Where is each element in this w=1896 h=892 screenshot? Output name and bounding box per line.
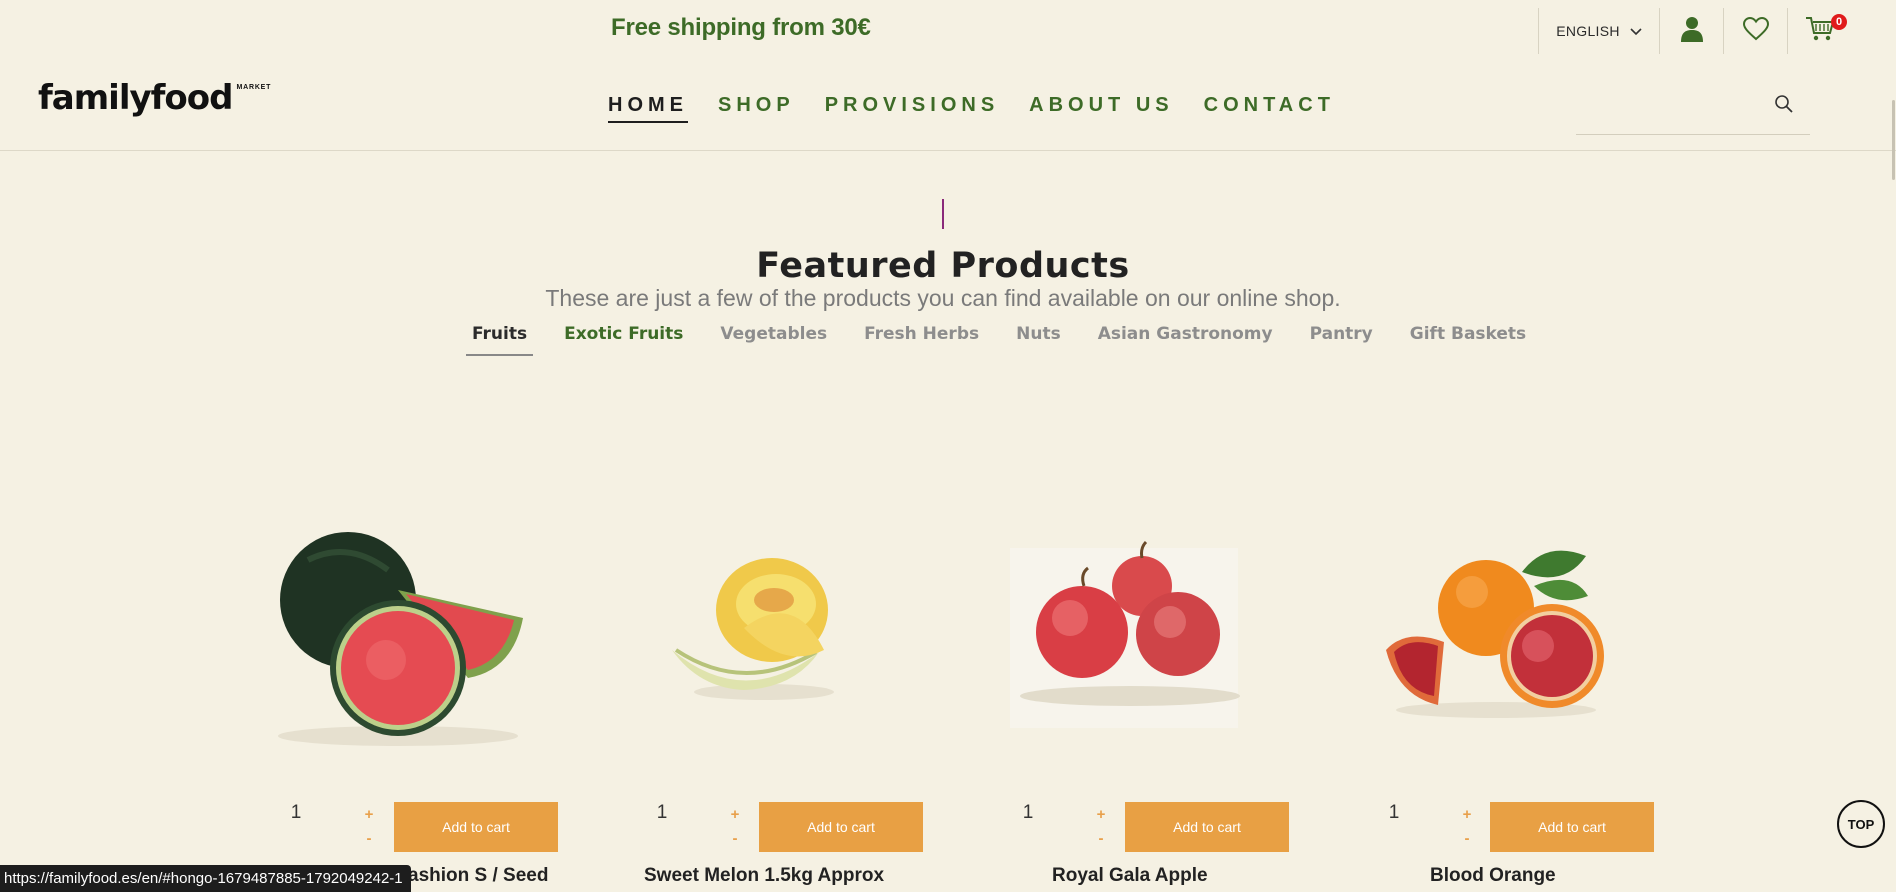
qty-minus-button[interactable]: - bbox=[1094, 830, 1108, 847]
product-image-melon[interactable] bbox=[594, 500, 934, 760]
tab-exotic-fruits[interactable]: Exotic Fruits bbox=[558, 324, 689, 356]
tab-pantry[interactable]: Pantry bbox=[1304, 324, 1379, 356]
nav-home[interactable]: HOME bbox=[608, 94, 688, 123]
tab-fresh-herbs[interactable]: Fresh Herbs bbox=[858, 324, 985, 356]
product-card: 1 + - Add to cart Sweet Melon 1.5kg Appr… bbox=[594, 500, 934, 892]
product-card: 1 + - Add to cart ashion S / Seed bbox=[228, 500, 568, 892]
header-tools: ENGLISH 0 bbox=[1538, 8, 1851, 54]
add-to-cart-button[interactable]: Add to cart bbox=[759, 802, 923, 852]
quantity-input[interactable]: 1 bbox=[642, 802, 682, 824]
top-bar: Free shipping from 30€ ENGLISH 0 bbox=[0, 0, 1896, 62]
logo[interactable]: familyfood MARKET bbox=[38, 78, 271, 118]
back-to-top-button[interactable]: TOP bbox=[1837, 800, 1885, 848]
quantity-input[interactable]: 1 bbox=[276, 802, 316, 824]
tab-nuts[interactable]: Nuts bbox=[1010, 324, 1067, 356]
text-cursor bbox=[942, 199, 944, 229]
cart-button[interactable]: 0 bbox=[1788, 8, 1851, 54]
heart-icon bbox=[1742, 16, 1769, 46]
nav-shop[interactable]: SHOP bbox=[718, 94, 795, 123]
nav-provisions[interactable]: PROVISIONS bbox=[825, 94, 999, 123]
tab-fruits[interactable]: Fruits bbox=[466, 324, 534, 356]
add-to-cart-button[interactable]: Add to cart bbox=[1125, 802, 1289, 852]
nav-contact[interactable]: CONTACT bbox=[1204, 94, 1335, 123]
qty-plus-button[interactable]: + bbox=[728, 806, 742, 823]
qty-plus-button[interactable]: + bbox=[1094, 806, 1108, 823]
search-input[interactable] bbox=[1576, 90, 1766, 130]
product-image-apples[interactable] bbox=[960, 500, 1300, 760]
account-button[interactable] bbox=[1660, 8, 1723, 54]
user-icon bbox=[1680, 16, 1704, 47]
product-image-blood-orange[interactable] bbox=[1326, 500, 1666, 760]
add-to-cart-button[interactable]: Add to cart bbox=[394, 802, 558, 852]
product-name[interactable]: ashion S / Seed bbox=[408, 865, 548, 887]
promo-text: Free shipping from 30€ bbox=[611, 14, 871, 41]
product-card: 1 + - Add to cart Royal Gala Apple bbox=[960, 500, 1300, 892]
language-label: ENGLISH bbox=[1556, 23, 1620, 39]
cart-icon bbox=[1805, 15, 1835, 48]
scrollbar[interactable] bbox=[1892, 100, 1895, 180]
status-bar-url: https://familyfood.es/en/#hongo-16794878… bbox=[0, 865, 411, 892]
logo-wordmark: familyfood bbox=[38, 78, 233, 118]
language-selector[interactable]: ENGLISH bbox=[1539, 8, 1659, 54]
wishlist-button[interactable] bbox=[1724, 8, 1787, 54]
qty-minus-button[interactable]: - bbox=[728, 830, 742, 847]
cart-count-badge: 0 bbox=[1831, 14, 1847, 30]
category-tabs: Fruits Exotic Fruits Vegetables Fresh He… bbox=[466, 324, 1557, 356]
featured-title: Featured Products bbox=[756, 246, 1130, 286]
tab-vegetables[interactable]: Vegetables bbox=[714, 324, 833, 356]
quantity-input[interactable]: 1 bbox=[1374, 802, 1414, 824]
quantity-input[interactable]: 1 bbox=[1008, 802, 1048, 824]
qty-plus-button[interactable]: + bbox=[1460, 806, 1474, 823]
chevron-down-icon bbox=[1630, 23, 1642, 39]
tab-gift-baskets[interactable]: Gift Baskets bbox=[1404, 324, 1532, 356]
qty-minus-button[interactable]: - bbox=[1460, 830, 1474, 847]
tab-asian-gastronomy[interactable]: Asian Gastronomy bbox=[1092, 324, 1279, 356]
qty-plus-button[interactable]: + bbox=[362, 806, 376, 823]
search-icon[interactable] bbox=[1774, 94, 1794, 119]
product-name[interactable]: Royal Gala Apple bbox=[1052, 865, 1208, 887]
product-image-watermelon[interactable] bbox=[228, 500, 568, 760]
nav-about-us[interactable]: ABOUT US bbox=[1029, 94, 1173, 123]
product-name[interactable]: Blood Orange bbox=[1430, 865, 1556, 887]
add-to-cart-button[interactable]: Add to cart bbox=[1490, 802, 1654, 852]
featured-subtitle: These are just a few of the products you… bbox=[545, 285, 1341, 311]
main-nav: HOME SHOP PROVISIONS ABOUT US CONTACT bbox=[608, 94, 1365, 123]
search-box bbox=[1576, 90, 1810, 135]
logo-market: MARKET bbox=[236, 84, 272, 91]
product-name[interactable]: Sweet Melon 1.5kg Approx bbox=[644, 865, 884, 887]
qty-minus-button[interactable]: - bbox=[362, 830, 376, 847]
product-card: 1 + - Add to cart Blood Orange bbox=[1326, 500, 1666, 892]
header-divider bbox=[0, 150, 1896, 151]
